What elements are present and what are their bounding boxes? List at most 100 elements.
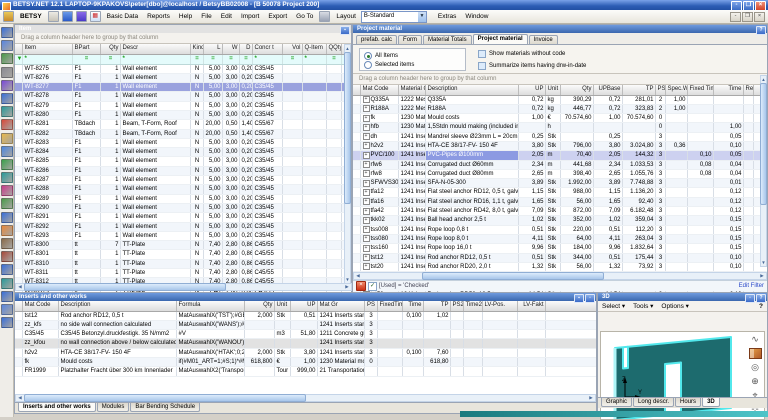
insert-row[interactable]: zz_kfs no side wall connection calculated… xyxy=(15,320,596,331)
item-row[interactable]: WT-8288 F1 1 Wall element N 5,00 3,00 0,20 C35/4… xyxy=(15,185,351,195)
insert-row[interactable]: fkMould costsif(#M01_ART=1;#S;1)*#M01...… xyxy=(15,357,596,368)
item-row[interactable]: WT-8287 F1 1 Wall element N 5,00 3,00 0,20 C35/4… xyxy=(15,176,351,186)
tab-project-material[interactable]: Project material xyxy=(472,34,528,44)
item-row[interactable]: WT-8278 F1 1 Wall element N 5,00 3,00 0,20 C35/4… xyxy=(15,92,351,102)
material-row[interactable]: +SFWVS301241 Inserts...SFA-N-05-3003,89S… xyxy=(353,179,767,189)
menu-window[interactable]: Window xyxy=(461,12,492,21)
panel-minimize-icon[interactable]: ▪ xyxy=(574,293,584,303)
item-row[interactable]: WT-8301 tt 1 TT-Plate N 7,40 2,80 0,86 C45/55 xyxy=(15,250,351,260)
viewer-menu-select[interactable]: Select ▾ xyxy=(602,302,625,310)
expander-icon[interactable]: + xyxy=(362,142,370,150)
wireframe-icon[interactable]: ∿ xyxy=(751,334,759,345)
toolbar-icon[interactable] xyxy=(0,106,13,118)
expander-icon[interactable]: + xyxy=(362,123,370,131)
refresh-icon[interactable] xyxy=(75,11,87,22)
toolbar-icon[interactable] xyxy=(0,211,13,223)
toolbar-icon[interactable] xyxy=(0,303,13,315)
item-row[interactable]: WT-8285 F1 1 Wall element N 5,00 3,00 0,20 C35/4… xyxy=(15,157,351,167)
expander-icon[interactable]: + xyxy=(362,96,370,103)
menu-import[interactable]: Import xyxy=(237,12,263,21)
item-row[interactable]: WT-8290 F1 1 Wall element N 5,00 3,00 0,20 C35/4… xyxy=(15,203,351,214)
tab-long-descr[interactable]: Long descr. xyxy=(633,398,675,407)
material-row[interactable]: +tfa161241 Inserts...Flat steel anchor R… xyxy=(353,197,767,208)
chevron-down-icon[interactable]: ▼ xyxy=(417,11,426,22)
radio-all-items[interactable]: All Items xyxy=(364,52,398,60)
material-row[interactable]: +tst201241 Inserts...Rod anchor RD20, 2,… xyxy=(353,262,767,273)
item-row[interactable]: WT-8289 F1 1 Wall element N 5,00 3,00 0,20 C35/4… xyxy=(15,194,351,204)
toolbar-icon[interactable] xyxy=(0,317,13,329)
toolbar-icon[interactable] xyxy=(0,264,13,276)
menu-reports[interactable]: Reports xyxy=(143,12,174,21)
toolbar-icon[interactable] xyxy=(0,145,13,157)
view-mode-icon[interactable]: ◎ xyxy=(751,362,759,373)
panel-restore-icon[interactable]: ▫ xyxy=(745,293,755,303)
tab-graphic[interactable]: Graphic xyxy=(601,398,633,407)
item-table-filter-row[interactable]: ▼ * = = * = = = = * = * = xyxy=(15,54,351,65)
toolbar-icon[interactable] xyxy=(0,290,13,302)
expander-icon[interactable]: + xyxy=(362,151,370,159)
item-row[interactable]: WT-8293 F1 1 Wall element N 5,00 3,00 0,20 C35/4… xyxy=(15,231,351,242)
item-row[interactable]: WT-8311 tt 1 TT-Plate N 7,40 2,80 0,86 C45/55 xyxy=(15,269,351,279)
item-row[interactable]: WT-8282 TBdach 1 Beam, T-Form, Roof N 20,00 0,… xyxy=(15,129,351,139)
mdi-restore-button[interactable]: ❐ xyxy=(742,11,753,22)
expander-icon[interactable]: + xyxy=(362,263,370,271)
material-row[interactable]: +PVC/1001241 Inserts...PVC-Pipes Ø100mm2… xyxy=(353,151,767,161)
material-row[interactable]: +h2v21241 Inserts...HTA-CE 38/17-FV- 150… xyxy=(353,141,767,152)
toolbar-icon[interactable] xyxy=(0,238,13,249)
insert-row[interactable]: zz_kfou no wall connection above / below … xyxy=(15,339,596,349)
menu-layout[interactable]: Layout xyxy=(332,12,360,21)
toolbar-icon[interactable] xyxy=(0,66,13,78)
item-row[interactable]: WT-8283 F1 1 Wall element N 5,00 3,00 0,20 C35/4… xyxy=(15,138,351,149)
window-switch-icon[interactable]: ▦ xyxy=(89,11,101,22)
item-table-header[interactable]: Item BPart Qty Descr Kind L W D Concr t Vol Q-Item… xyxy=(15,44,351,55)
expander-icon[interactable]: + xyxy=(362,226,370,234)
toolbar-icon[interactable] xyxy=(0,198,13,210)
item-row[interactable]: WT-8284 F1 1 Wall element N 5,00 3,00 0,20 C35/4… xyxy=(15,148,351,158)
toolbar-icon[interactable] xyxy=(0,53,13,65)
expander-icon[interactable]: + xyxy=(362,133,370,141)
toolbar-icon[interactable] xyxy=(0,251,13,263)
expander-icon[interactable]: + xyxy=(362,105,370,113)
insert-row[interactable]: tst12 Rod anchor RD12, 0,5 t MatAuswahlX('… xyxy=(15,311,596,321)
menu-betsy[interactable]: BETSY xyxy=(16,12,46,21)
expander-icon[interactable]: + xyxy=(362,216,370,224)
expander-icon[interactable]: + xyxy=(362,254,370,262)
mail-icon[interactable] xyxy=(61,11,73,22)
tab-material-totals[interactable]: Material Totals xyxy=(423,35,472,44)
tab-bar-bending-schedule[interactable]: Bar Bending Schedule xyxy=(130,403,201,412)
tab-hours[interactable]: Hours xyxy=(675,398,702,407)
toolbar-icon[interactable] xyxy=(0,92,13,104)
header-row[interactable]: Mat Code Description Formula Qty Unit UP Mat G… xyxy=(15,301,596,312)
insert-row[interactable]: h2v2 HTA-CE 38/17-FV- 150 4F MatAuswahlX('… xyxy=(15,348,596,358)
tab-modules[interactable]: Modules xyxy=(96,403,130,412)
layout-select[interactable]: B-Standard ▼ xyxy=(360,10,427,23)
material-row[interactable]: +rfw81241 Inserts...Corrugated duct Ø80m… xyxy=(353,169,767,180)
radio-selected-items[interactable]: Selected items xyxy=(364,61,414,69)
check-summarize-drw-date[interactable]: Summarize items having drw-in-date xyxy=(478,62,586,70)
save-icon[interactable] xyxy=(47,11,59,22)
menu-file[interactable]: File xyxy=(197,12,215,21)
expander-icon[interactable]: + xyxy=(362,207,370,215)
material-vertical-scrollbar[interactable]: ▲ ▼ xyxy=(760,75,767,267)
toolbar-icon[interactable] xyxy=(0,27,13,38)
insert-row[interactable]: FR1999 Platzhalter Fracht über 300 km Inn… xyxy=(15,367,596,377)
toolbar-icon[interactable] xyxy=(0,119,13,131)
menu-goto[interactable]: Go To xyxy=(292,12,317,21)
item-row[interactable]: WT-8276 F1 1 Wall element N 5,00 3,00 0,20 C35/4… xyxy=(15,73,351,84)
toolbar-icon[interactable] xyxy=(0,79,13,91)
item-row[interactable]: WT-8292 F1 1 Wall element N 5,00 3,00 0,20 C35/4… xyxy=(15,222,351,232)
item-row[interactable]: WT-8286 F1 1 Wall element N 5,00 3,00 0,20 C35/4… xyxy=(15,166,351,177)
help-icon[interactable]: ? xyxy=(756,293,766,303)
pin-icon[interactable]: ▪ xyxy=(340,25,350,35)
menu-extras[interactable]: Extras xyxy=(434,12,460,21)
toolbar-icon[interactable] xyxy=(0,40,13,52)
menu-export[interactable]: Export xyxy=(264,12,291,21)
material-row[interactable]: +tss0081241 Inserts...Rope loop 0,8 t0,5… xyxy=(353,225,767,235)
material-horizontal-scrollbar[interactable]: ◀ ▶ xyxy=(353,272,767,280)
expander-icon[interactable]: + xyxy=(362,244,370,252)
expander-icon[interactable]: + xyxy=(362,161,370,169)
material-row[interactable]: +tss1601241 Inserts...Rope loop 16,0 t9,… xyxy=(353,244,767,254)
tab-form[interactable]: Form xyxy=(398,35,423,44)
tab-inserts-and-other-works[interactable]: Inserts and other works xyxy=(18,403,96,412)
header-row[interactable]: Item BPart Qty Descr Kind L W D Concr t Vol Q-Item… xyxy=(15,44,351,55)
